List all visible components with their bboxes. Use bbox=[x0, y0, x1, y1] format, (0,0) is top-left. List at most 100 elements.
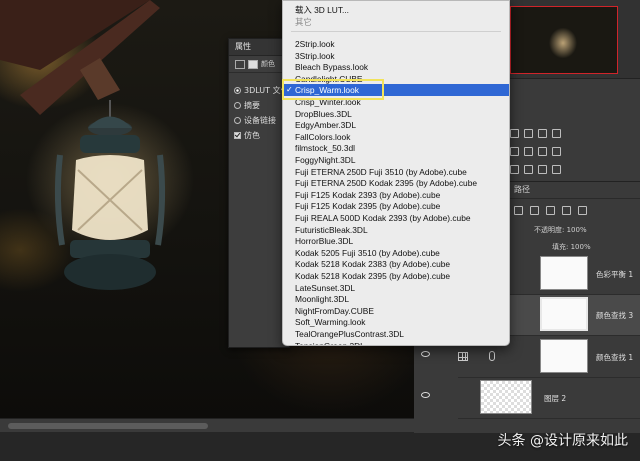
visibility-eye-icon[interactable] bbox=[421, 351, 430, 357]
mask-icon[interactable] bbox=[248, 59, 258, 69]
menu-item-lut[interactable]: Soft_Warming.look bbox=[283, 316, 509, 328]
menu-item-lut[interactable]: HorrorBlue.3DL bbox=[283, 235, 509, 247]
filter-shape-icon[interactable] bbox=[562, 206, 571, 215]
menu-item-lut[interactable]: Moonlight.3DL bbox=[283, 293, 509, 305]
menu-item-label: EdgyAmber.3DL bbox=[295, 120, 356, 131]
gradient-map-icon[interactable] bbox=[552, 165, 561, 174]
properties-panel: 属性 颜色 3DLUT 文件 摘要 设备链接 仿色 bbox=[228, 38, 290, 348]
menu-separator bbox=[291, 31, 501, 32]
photo-filter-icon[interactable] bbox=[552, 147, 561, 156]
menu-item-lut[interactable]: 3Strip.look bbox=[283, 50, 509, 62]
menu-item-lut[interactable]: Kodak 5218 Kodak 2395 (by Adobe).cube bbox=[283, 270, 509, 282]
radio-3dlut[interactable] bbox=[234, 87, 241, 94]
menu-item-lut[interactable]: NightFromDay.CUBE bbox=[283, 305, 509, 317]
menu-item-lut[interactable]: Fuji F125 Kodak 2395 (by Adobe).cube bbox=[283, 200, 509, 212]
menu-item-lut[interactable]: Fuji REALA 500D Kodak 2393 (by Adobe).cu… bbox=[283, 212, 509, 224]
menu-item-lut[interactable]: 2Strip.look bbox=[283, 38, 509, 50]
filter-smart-icon[interactable] bbox=[578, 206, 587, 215]
menu-item-lut[interactable]: filmstock_50.3dl bbox=[283, 142, 509, 154]
menu-item-label: Kodak 5218 Kodak 2395 (by Adobe).cube bbox=[295, 271, 451, 281]
color-balance-icon[interactable] bbox=[524, 147, 533, 156]
filter-adjustment-icon[interactable] bbox=[530, 206, 539, 215]
dither-label: 仿色 bbox=[244, 131, 260, 140]
fill-value[interactable]: 100% bbox=[571, 243, 591, 251]
adjustment-grid-icon[interactable] bbox=[235, 59, 245, 69]
filter-type-icon[interactable] bbox=[546, 206, 555, 215]
menu-item-lut[interactable]: Candlelight.CUBE bbox=[283, 73, 509, 85]
menu-item-label: Kodak 5205 Fuji 3510 (by Adobe).cube bbox=[295, 247, 440, 258]
radio-abstract[interactable] bbox=[234, 102, 241, 109]
option-3dlut-file[interactable]: 3DLUT 文件 bbox=[229, 83, 289, 98]
menu-item-label: DropBlues.3DL bbox=[295, 108, 352, 119]
layer-mask-thumbnail[interactable] bbox=[540, 256, 588, 290]
scrollbar-thumb[interactable] bbox=[8, 423, 208, 429]
menu-item-label: TealOrangePlusContrast.3DL bbox=[295, 329, 404, 339]
option-abstract-label: 摘要 bbox=[244, 101, 260, 110]
layer-mask-thumbnail[interactable] bbox=[540, 297, 588, 331]
horizontal-scrollbar[interactable] bbox=[0, 418, 414, 433]
option-abstract[interactable]: 摘要 bbox=[229, 98, 289, 113]
menu-item-label: NightFromDay.CUBE bbox=[295, 305, 374, 316]
option-device-link[interactable]: 设备链接 bbox=[229, 113, 289, 128]
navigator-thumbnail[interactable] bbox=[510, 6, 618, 74]
menu-item-label: Candlelight.CUBE bbox=[295, 73, 363, 84]
menu-item-load-3d-lut[interactable]: 载入 3D LUT... bbox=[283, 4, 509, 16]
lut-dropdown-menu[interactable]: 载入 3D LUT... 其它 2Strip.look 3Strip.look Bl… bbox=[282, 0, 510, 346]
hue-saturation-icon[interactable] bbox=[510, 147, 519, 156]
exposure-icon[interactable] bbox=[552, 129, 561, 138]
filter-pixel-icon[interactable] bbox=[514, 206, 523, 215]
layer-name: 图层 2 bbox=[544, 394, 567, 403]
dither-checkbox[interactable] bbox=[234, 132, 241, 139]
menu-item-label: TensionGreen.3DL bbox=[295, 340, 365, 346]
option-device-link-label: 设备链接 bbox=[244, 116, 276, 125]
threshold-icon[interactable] bbox=[538, 165, 547, 174]
menu-item-label: Fuji ETERNA 250D Fuji 3510 (by Adobe).cu… bbox=[295, 166, 467, 177]
menu-item-lut[interactable]: FallColors.look bbox=[283, 131, 509, 143]
opacity-label: 不透明度: bbox=[534, 226, 565, 234]
layer-name: 色彩平衡 1 bbox=[596, 270, 634, 279]
link-icon[interactable] bbox=[489, 351, 495, 361]
visibility-eye-icon[interactable] bbox=[421, 392, 430, 398]
layer-name: 颜色查找 3 bbox=[596, 311, 634, 320]
menu-item-label: FuturisticBleak.3DL bbox=[295, 224, 368, 235]
curves-icon[interactable] bbox=[538, 129, 547, 138]
fill-label: 填充: bbox=[552, 243, 569, 251]
menu-item-label: Kodak 5218 Kodak 2383 (by Adobe).cube bbox=[295, 259, 451, 270]
menu-item-lut[interactable]: ✓ Crisp_Warm.look bbox=[283, 84, 509, 97]
menu-item-label: HorrorBlue.3DL bbox=[295, 236, 354, 247]
menu-item-lut[interactable]: Fuji ETERNA 250D Kodak 2395 (by Adobe).c… bbox=[283, 177, 509, 189]
menu-item-lut[interactable]: Kodak 5205 Fuji 3510 (by Adobe).cube bbox=[283, 247, 509, 259]
transparent-layer-thumbnail[interactable] bbox=[480, 380, 532, 414]
menu-item-label: 2Strip.look bbox=[295, 39, 335, 49]
menu-item-lut[interactable]: LateSunset.3DL bbox=[283, 282, 509, 294]
menu-item-lut[interactable]: EdgyAmber.3DL bbox=[283, 119, 509, 131]
menu-item-lut[interactable]: DropBlues.3DL bbox=[283, 108, 509, 120]
invert-icon[interactable] bbox=[510, 165, 519, 174]
tab-paths[interactable]: 路径 bbox=[514, 185, 530, 194]
menu-item-lut[interactable]: FuturisticBleak.3DL bbox=[283, 224, 509, 236]
posterize-icon[interactable] bbox=[524, 165, 533, 174]
properties-toolbar: 颜色 bbox=[229, 56, 289, 73]
opacity-value[interactable]: 100% bbox=[567, 226, 587, 234]
levels-icon[interactable] bbox=[524, 129, 533, 138]
menu-item-lut[interactable]: Crisp_Winter.look bbox=[283, 96, 509, 108]
menu-item-lut[interactable]: FoggyNight.3DL bbox=[283, 154, 509, 166]
option-dither[interactable]: 仿色 bbox=[229, 128, 289, 143]
layer-mask-thumbnail[interactable] bbox=[540, 339, 588, 373]
menu-item-label: Bleach Bypass.look bbox=[295, 62, 369, 73]
layer-row-layer-2[interactable]: 图层 2 bbox=[421, 378, 640, 419]
menu-item-label: Fuji REALA 500D Kodak 2393 (by Adobe).cu… bbox=[295, 213, 471, 223]
menu-item-label: Fuji ETERNA 250D Kodak 2395 (by Adobe).c… bbox=[295, 178, 478, 189]
menu-item-lut[interactable]: Fuji ETERNA 250D Fuji 3510 (by Adobe).cu… bbox=[283, 166, 509, 178]
menu-item-lut[interactable]: Bleach Bypass.look bbox=[283, 61, 509, 73]
black-white-icon[interactable] bbox=[538, 147, 547, 156]
menu-item-label: Crisp_Winter.look bbox=[295, 97, 361, 107]
lookup-adjustment-icon bbox=[458, 352, 468, 361]
menu-item-lut[interactable]: Fuji F125 Kodak 2393 (by Adobe).cube bbox=[283, 189, 509, 201]
radio-device-link[interactable] bbox=[234, 117, 241, 124]
menu-item-lut[interactable]: TealOrangePlusContrast.3DL bbox=[283, 328, 509, 340]
menu-item-lut[interactable]: Kodak 5218 Kodak 2383 (by Adobe).cube bbox=[283, 258, 509, 270]
menu-item-lut[interactable]: TensionGreen.3DL bbox=[283, 340, 509, 346]
brightness-icon[interactable] bbox=[510, 129, 519, 138]
menu-item-label: Moonlight.3DL bbox=[295, 294, 350, 305]
